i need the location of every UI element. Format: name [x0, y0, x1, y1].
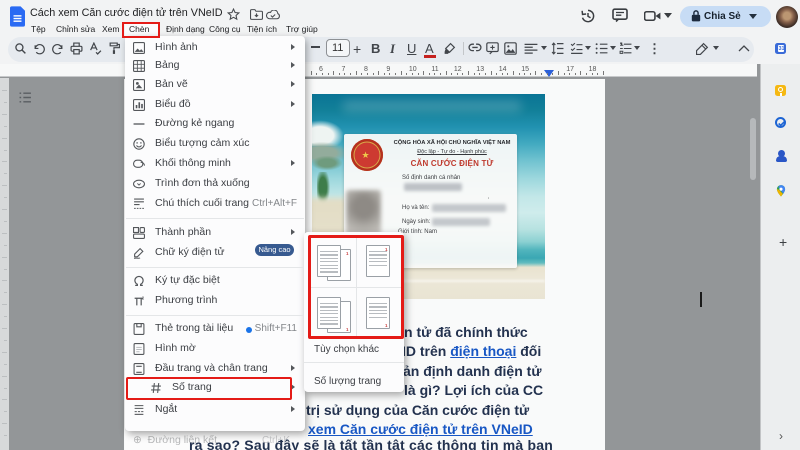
- svg-text:2: 2: [142, 295, 145, 300]
